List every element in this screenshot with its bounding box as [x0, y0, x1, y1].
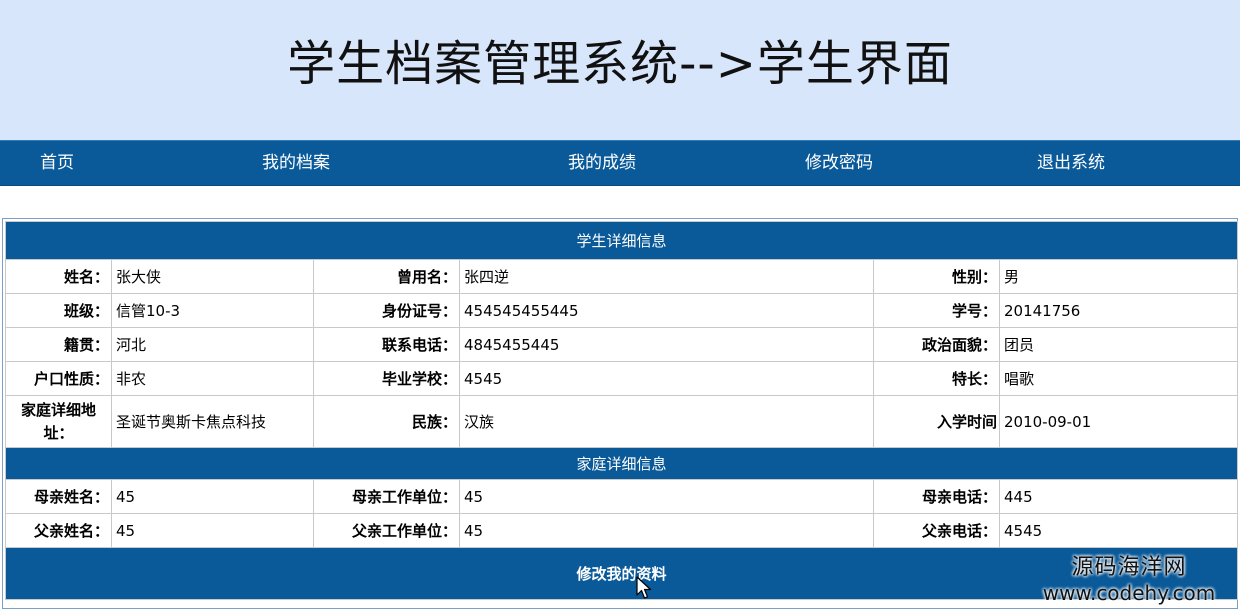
father-workplace-label: 父亲工作单位： — [313, 513, 460, 548]
enrollment-date-value: 2010-09-01 — [998, 395, 1239, 448]
former-name-value: 张四逆 — [459, 259, 874, 294]
home-address-value: 圣诞节奥斯卡焦点科技 — [111, 395, 314, 448]
father-workplace-value: 45 — [459, 513, 874, 548]
name-label: 姓名： — [5, 259, 112, 294]
father-phone-value: 4545 — [998, 513, 1239, 548]
ethnicity-label: 民族： — [313, 395, 460, 448]
table-row: 家庭详细地址： 圣诞节奥斯卡焦点科技 民族： 汉族 入学时间 2010-09-0… — [5, 395, 1239, 448]
specialty-label: 特长： — [873, 361, 1000, 396]
father-phone-label: 父亲电话： — [873, 513, 1000, 548]
native-place-value: 河北 — [111, 327, 314, 362]
nav-logout[interactable]: 退出系统 — [1037, 141, 1105, 187]
table-row: 母亲姓名： 45 母亲工作单位： 45 母亲电话： 445 — [5, 479, 1239, 514]
nav-home[interactable]: 首页 — [40, 141, 74, 187]
household-type-value: 非农 — [111, 361, 314, 396]
main-nav: 首页 我的档案 我的成绩 修改密码 退出系统 — [0, 140, 1240, 186]
table-row: 姓名： 张大侠 曾用名： 张四逆 性别： 男 — [5, 259, 1239, 294]
name-value: 张大侠 — [111, 259, 314, 294]
father-name-label: 父亲姓名： — [5, 513, 112, 548]
specialty-value: 唱歌 — [998, 361, 1239, 396]
mouse-pointer-icon — [636, 576, 652, 599]
student-info-panel: 学生详细信息 姓名： 张大侠 曾用名： 张四逆 性别： 男 班级： 信管10-3… — [2, 218, 1239, 609]
political-status-value: 团员 — [998, 327, 1239, 362]
gender-label: 性别： — [873, 259, 1000, 294]
student-number-label: 学号： — [873, 293, 1000, 328]
native-place-label: 籍贯： — [5, 327, 112, 362]
id-number-label: 身份证号： — [313, 293, 460, 328]
household-type-label: 户口性质： — [5, 361, 112, 396]
mother-phone-label: 母亲电话： — [873, 479, 1000, 514]
watermark-site-name: 源码海洋网 — [1071, 555, 1187, 580]
graduate-school-value: 4545 — [459, 361, 874, 396]
page-header: 学生档案管理系统-->学生界面 — [0, 0, 1240, 140]
table-row: 父亲姓名： 45 父亲工作单位： 45 父亲电话： 4545 — [5, 513, 1239, 548]
table-row: 籍贯： 河北 联系电话： 4845455445 政治面貌： 团员 — [5, 327, 1239, 362]
class-value: 信管10-3 — [111, 293, 314, 328]
former-name-label: 曾用名： — [313, 259, 460, 294]
table-row: 户口性质： 非农 毕业学校： 4545 特长： 唱歌 — [5, 361, 1239, 396]
nav-change-password[interactable]: 修改密码 — [805, 141, 873, 187]
table-row: 班级： 信管10-3 身份证号： 454545455445 学号： 201417… — [5, 293, 1239, 328]
nav-my-profile[interactable]: 我的档案 — [262, 141, 330, 187]
mother-workplace-value: 45 — [459, 479, 874, 514]
family-section-header: 家庭详细信息 — [4, 447, 1239, 480]
student-info-table: 学生详细信息 姓名： 张大侠 曾用名： 张四逆 性别： 男 班级： 信管10-3… — [4, 221, 1239, 600]
ethnicity-value: 汉族 — [459, 395, 874, 448]
phone-value: 4845455445 — [459, 327, 874, 362]
mother-workplace-label: 母亲工作单位： — [313, 479, 460, 514]
page-title: 学生档案管理系统-->学生界面 — [287, 36, 953, 92]
political-status-label: 政治面貌： — [873, 327, 1000, 362]
nav-my-grades[interactable]: 我的成绩 — [568, 141, 636, 187]
watermark-url: www.codehy.com — [1042, 581, 1216, 605]
student-section-header: 学生详细信息 — [4, 221, 1239, 260]
mother-name-value: 45 — [111, 479, 314, 514]
home-address-label: 家庭详细地址： — [5, 395, 112, 448]
class-label: 班级： — [5, 293, 112, 328]
site-watermark: 源码海洋网 www.codehy.com — [1024, 555, 1234, 605]
father-name-value: 45 — [111, 513, 314, 548]
mother-name-label: 母亲姓名： — [5, 479, 112, 514]
graduate-school-label: 毕业学校： — [313, 361, 460, 396]
enrollment-date-label: 入学时间 — [873, 395, 1000, 448]
phone-label: 联系电话： — [313, 327, 460, 362]
student-number-value: 20141756 — [998, 293, 1239, 328]
gender-value: 男 — [998, 259, 1239, 294]
id-number-value: 454545455445 — [459, 293, 874, 328]
mother-phone-value: 445 — [998, 479, 1239, 514]
